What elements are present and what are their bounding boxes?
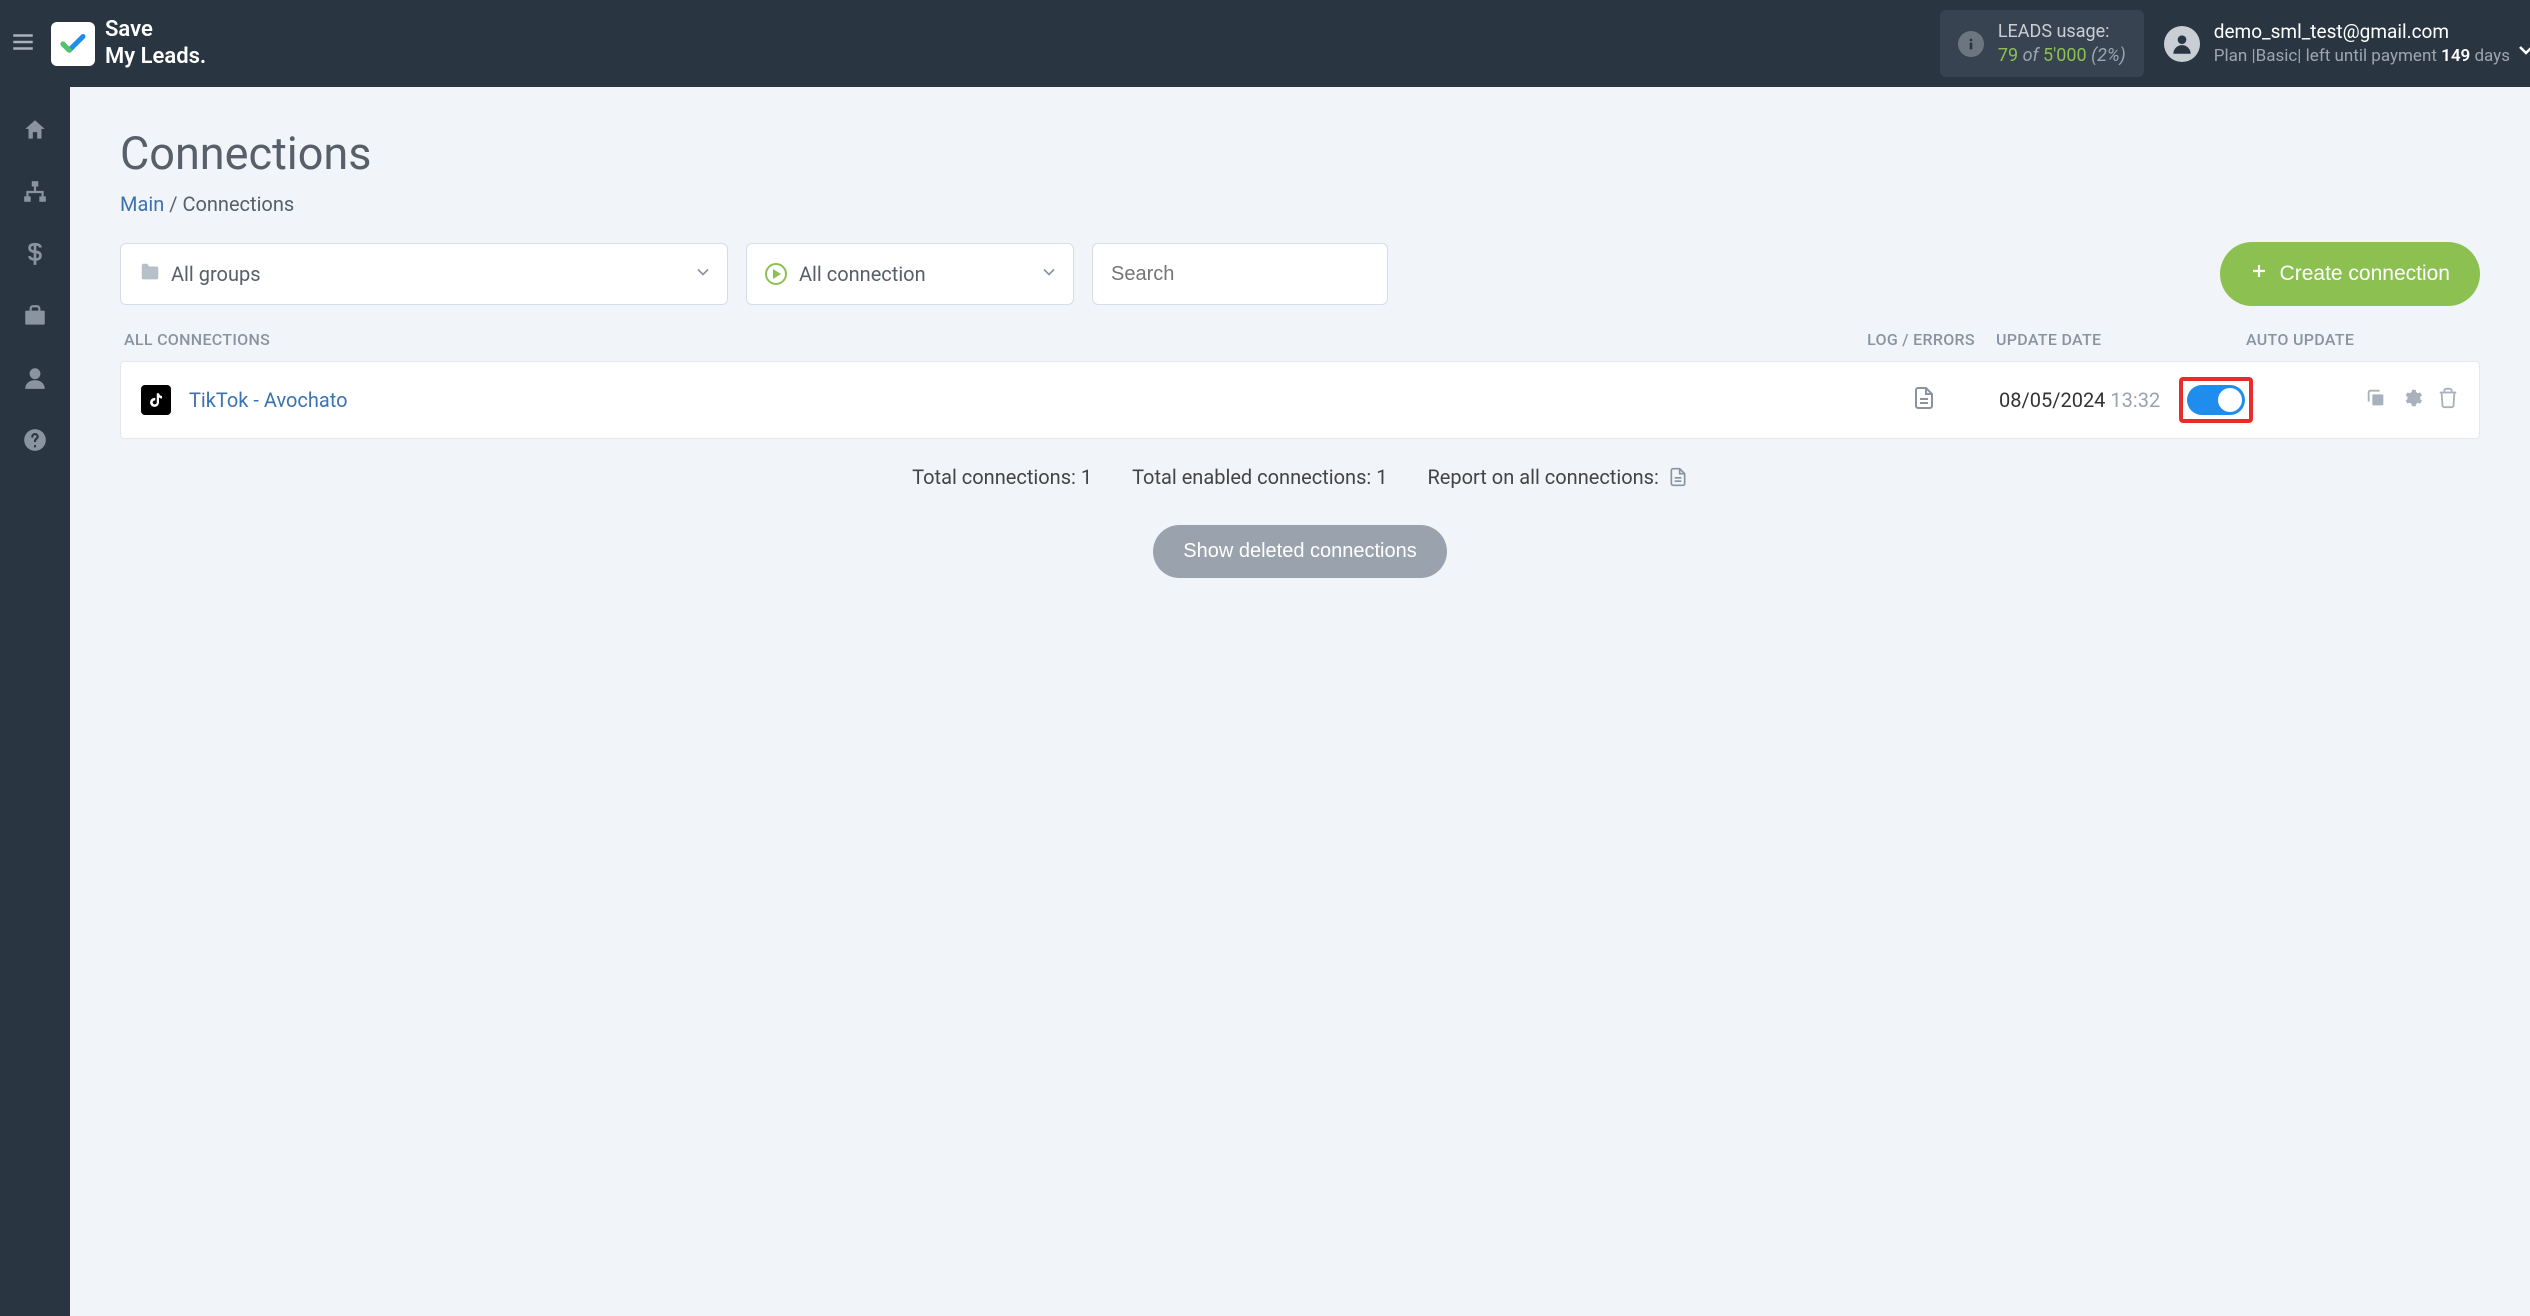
- user-avatar-icon: [2164, 26, 2200, 62]
- home-icon[interactable]: [22, 117, 48, 147]
- menu-icon[interactable]: [10, 29, 36, 59]
- logo-icon[interactable]: [51, 22, 95, 66]
- user-menu[interactable]: demo_sml_test@gmail.com Plan |Basic| lef…: [2164, 20, 2510, 67]
- table-header: ALL CONNECTIONS LOG / ERRORS UPDATE DATE…: [120, 318, 2480, 361]
- top-bar: Save My Leads. LEADS usage: 79 of 5'000 …: [0, 0, 2530, 87]
- document-icon: [1912, 386, 1936, 410]
- sitemap-icon[interactable]: [22, 179, 48, 209]
- copy-icon[interactable]: [2365, 387, 2387, 413]
- chevron-down-icon[interactable]: [2514, 38, 2530, 66]
- breadcrumb-main-link[interactable]: Main: [120, 192, 164, 216]
- create-connection-button[interactable]: Create connection: [2220, 242, 2480, 306]
- table-row: TikTok - Avochato 08/05/2024 13:32: [120, 361, 2480, 439]
- log-cell[interactable]: [1849, 386, 1999, 414]
- user-email: demo_sml_test@gmail.com: [2214, 20, 2510, 45]
- report-all-connections[interactable]: Report on all connections:: [1427, 465, 1687, 489]
- total-connections: Total connections: 1: [912, 465, 1092, 489]
- main-content: Connections Main / Connections All group…: [70, 87, 2530, 1316]
- create-connection-label: Create connection: [2280, 262, 2450, 286]
- groups-select-label: All groups: [171, 262, 261, 286]
- col-header-name: ALL CONNECTIONS: [124, 330, 1846, 349]
- auto-update-highlight: [2179, 377, 2253, 423]
- date-cell: 08/05/2024 13:32: [1999, 388, 2179, 412]
- groups-select[interactable]: All groups: [120, 243, 728, 305]
- page-title: Connections: [120, 127, 2480, 180]
- status-select[interactable]: All connection: [746, 243, 1074, 305]
- dollar-icon[interactable]: [22, 241, 48, 271]
- summary-row: Total connections: 1 Total enabled conne…: [120, 465, 2480, 489]
- chevron-down-icon: [1039, 262, 1059, 287]
- col-header-date: UPDATE DATE: [1996, 330, 2216, 349]
- status-select-label: All connection: [799, 262, 926, 286]
- tiktok-icon: [141, 385, 171, 415]
- plan-info: Plan |Basic| left until payment 149 days: [2214, 45, 2510, 67]
- play-icon: [765, 263, 787, 285]
- help-icon[interactable]: [22, 427, 48, 457]
- connection-link[interactable]: TikTok - Avochato: [189, 388, 348, 412]
- folder-icon: [139, 261, 161, 288]
- plus-icon: [2250, 262, 2268, 286]
- breadcrumb-current: Connections: [182, 192, 294, 216]
- sidebar: [0, 87, 70, 1316]
- leads-usage-label: LEADS usage:: [1998, 20, 2126, 43]
- user-icon[interactable]: [22, 365, 48, 395]
- briefcase-icon[interactable]: [22, 303, 48, 333]
- show-deleted-button[interactable]: Show deleted connections: [1153, 525, 1447, 578]
- leads-usage-value: 79 of 5'000 (2%): [1998, 44, 2126, 67]
- col-header-auto: AUTO UPDATE: [2216, 330, 2476, 349]
- auto-update-toggle[interactable]: [2187, 385, 2245, 415]
- search-input-wrap: [1092, 243, 1388, 305]
- col-header-log: LOG / ERRORS: [1846, 330, 1996, 349]
- leads-usage-widget[interactable]: LEADS usage: 79 of 5'000 (2%): [1940, 10, 2144, 77]
- breadcrumb: Main / Connections: [120, 192, 2480, 216]
- search-input[interactable]: [1111, 263, 1369, 286]
- gear-icon[interactable]: [2401, 387, 2423, 413]
- trash-icon[interactable]: [2437, 387, 2459, 413]
- info-icon: [1958, 31, 1984, 57]
- logo-text: Save My Leads.: [105, 17, 206, 70]
- chevron-down-icon: [693, 262, 713, 287]
- total-enabled-connections: Total enabled connections: 1: [1132, 465, 1387, 489]
- document-icon: [1663, 465, 1688, 489]
